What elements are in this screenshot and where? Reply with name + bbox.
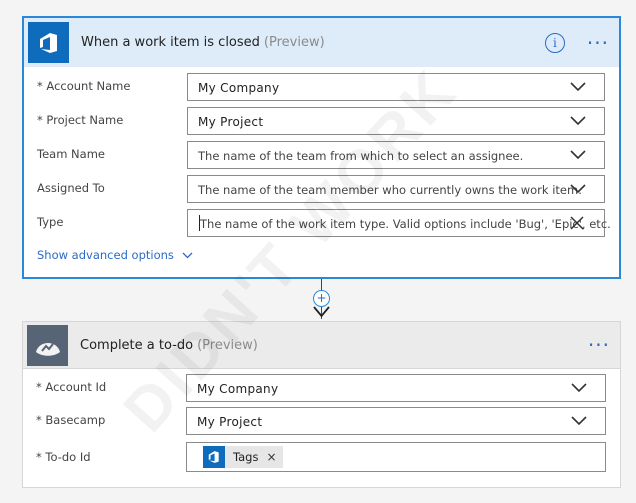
todo-id-label: * To-do Id — [36, 450, 91, 464]
azure-devops-logo-icon — [28, 22, 69, 63]
basecamp-value: My Project — [197, 415, 263, 429]
close-icon[interactable]: × — [266, 450, 276, 464]
show-advanced-options-label: Show advanced options — [37, 248, 174, 262]
trigger-card: When a work item is closed (Preview) i ·… — [22, 16, 621, 279]
chevron-down-icon[interactable] — [571, 416, 587, 426]
chevron-down-icon[interactable] — [570, 150, 586, 160]
trigger-title: When a work item is closed — [81, 35, 260, 50]
team-name-label: Team Name — [37, 147, 105, 161]
azure-devops-logo-icon — [203, 446, 225, 468]
chevron-down-icon[interactable] — [570, 116, 586, 126]
close-icon[interactable] — [570, 216, 584, 230]
todo-id-row: * To-do Id Tags × — [36, 442, 606, 472]
assigned-to-dropdown[interactable]: The name of the team member who currentl… — [187, 175, 605, 203]
team-name-row: Team Name The name of the team from whic… — [37, 141, 605, 169]
type-row: Type The name of the work item type. Val… — [37, 209, 611, 237]
tags-token[interactable]: Tags × — [203, 446, 283, 468]
more-icon[interactable]: ··· — [587, 33, 609, 53]
assigned-to-label: Assigned To — [37, 181, 105, 195]
more-icon[interactable]: ··· — [588, 335, 610, 355]
project-name-value: My Project — [198, 115, 264, 129]
account-id-label: * Account Id — [36, 380, 107, 394]
project-name-label: * Project Name — [37, 113, 124, 127]
account-id-value: My Company — [197, 382, 279, 396]
trigger-preview-label: (Preview) — [263, 35, 325, 50]
plus-icon[interactable]: + — [313, 290, 330, 307]
type-label: Type — [37, 215, 64, 229]
project-name-row: * Project Name My Project — [37, 107, 605, 135]
team-name-dropdown[interactable]: The name of the team from which to selec… — [187, 141, 605, 169]
action-preview-label: (Preview) — [197, 337, 258, 353]
info-icon[interactable]: i — [544, 32, 565, 53]
basecamp-label: * Basecamp — [36, 413, 106, 427]
basecamp-logo-icon — [27, 324, 68, 366]
project-name-dropdown[interactable]: My Project — [187, 107, 605, 135]
chevron-down-icon[interactable] — [570, 82, 586, 92]
basecamp-row: * Basecamp My Project — [36, 407, 606, 435]
assigned-to-placeholder: The name of the team member who currentl… — [198, 183, 582, 197]
arrow-down-icon — [313, 306, 330, 318]
account-name-value: My Company — [198, 81, 280, 95]
assigned-to-row: Assigned To The name of the team member … — [37, 175, 605, 203]
account-id-dropdown[interactable]: My Company — [186, 374, 606, 402]
chevron-down-icon[interactable] — [571, 383, 587, 393]
action-title: Complete a to-do — [80, 337, 194, 353]
chevron-down-icon — [182, 252, 193, 258]
todo-id-input[interactable]: Tags × — [186, 442, 606, 472]
type-input[interactable]: The name of the work item type. Valid op… — [187, 209, 611, 237]
account-name-dropdown[interactable]: My Company — [187, 73, 605, 101]
account-name-label: * Account Name — [37, 79, 131, 93]
show-advanced-options-link[interactable]: Show advanced options — [37, 248, 193, 262]
account-name-row: * Account Name My Company — [37, 73, 605, 101]
action-card-header[interactable]: Complete a to-do (Preview) ··· — [23, 322, 620, 369]
type-placeholder: The name of the work item type. Valid op… — [200, 217, 611, 231]
chevron-down-icon[interactable] — [570, 184, 586, 194]
tags-token-label: Tags — [233, 450, 259, 464]
basecamp-dropdown[interactable]: My Project — [186, 407, 606, 435]
action-card: Complete a to-do (Preview) ··· * Account… — [22, 321, 621, 488]
trigger-card-header[interactable]: When a work item is closed (Preview) i ·… — [24, 18, 619, 67]
account-id-row: * Account Id My Company — [36, 374, 606, 402]
team-name-placeholder: The name of the team from which to selec… — [198, 149, 524, 163]
